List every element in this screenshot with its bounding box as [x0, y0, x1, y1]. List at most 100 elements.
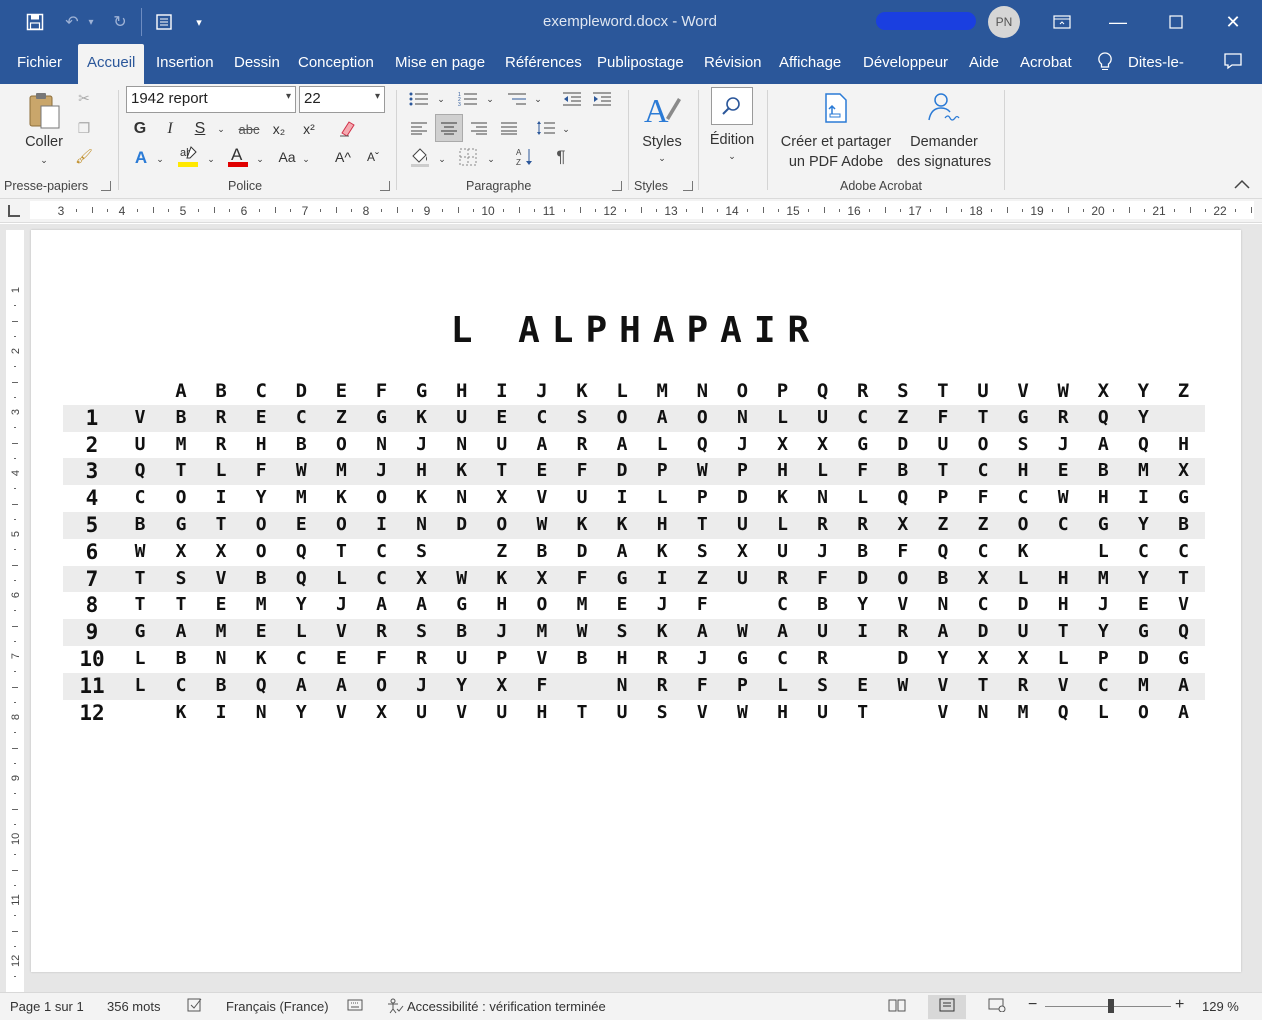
user-name-redacted[interactable]: [876, 12, 976, 30]
chevron-down-icon[interactable]: ⌄: [38, 154, 50, 166]
sort-icon[interactable]: AZ: [512, 144, 538, 170]
tab-dessin[interactable]: Dessin: [234, 44, 280, 84]
shrink-font-button[interactable]: Aˇ: [362, 146, 384, 168]
redo-icon[interactable]: ↻: [108, 10, 132, 34]
chevron-down-icon[interactable]: ⌄: [205, 150, 217, 168]
chevron-down-icon[interactable]: ▾: [375, 91, 380, 102]
maximize-icon[interactable]: [1148, 0, 1204, 44]
chevron-down-icon[interactable]: ⌄: [435, 90, 447, 108]
tab-conception[interactable]: Conception: [298, 44, 374, 84]
align-right-icon[interactable]: [467, 116, 491, 140]
form-icon[interactable]: [152, 10, 176, 34]
chevron-down-icon[interactable]: ▾: [286, 91, 291, 102]
tell-me-search[interactable]: Dites-le-: [1128, 44, 1184, 84]
chevron-down-icon[interactable]: ⌄: [656, 152, 668, 164]
paste-button[interactable]: Coller: [18, 132, 70, 152]
chevron-down-icon[interactable]: ⌄: [560, 120, 572, 138]
tab-insertion[interactable]: Insertion: [156, 44, 214, 84]
multilevel-list-icon[interactable]: [505, 88, 529, 110]
create-pdf-icon[interactable]: [820, 90, 852, 126]
tab-accueil[interactable]: Accueil: [78, 44, 145, 84]
document-page[interactable]: L ALPHAPAIR ABCDEFGHIJKLMNOPQRSTUVWXYZ1V…: [31, 230, 1241, 972]
styles-launcher-icon[interactable]: [683, 181, 693, 191]
font-size-combo[interactable]: 22 ▾: [299, 86, 385, 113]
tab-affichage[interactable]: Affichage: [779, 44, 841, 84]
tab-developpeur[interactable]: Développeur: [863, 44, 948, 84]
align-center-icon[interactable]: [435, 114, 463, 142]
create-pdf-button[interactable]: Créer et partager un PDF Adobe: [774, 132, 898, 172]
save-icon[interactable]: [23, 10, 47, 34]
tab-acrobat[interactable]: Acrobat: [1020, 44, 1072, 84]
decrease-indent-icon[interactable]: [560, 88, 584, 110]
copy-icon[interactable]: ❐: [74, 118, 94, 138]
align-left-icon[interactable]: [407, 116, 431, 140]
chevron-down-icon[interactable]: ⌄: [436, 150, 448, 168]
zoom-in-button[interactable]: +: [1175, 996, 1184, 1014]
change-case-button[interactable]: Aa: [276, 146, 298, 168]
zoom-out-button[interactable]: −: [1028, 996, 1037, 1014]
proofing-icon[interactable]: [186, 998, 204, 1014]
undo-icon[interactable]: ↶: [60, 10, 84, 34]
italic-button[interactable]: I: [160, 118, 180, 140]
bullets-icon[interactable]: [407, 88, 431, 110]
request-signatures-icon[interactable]: [926, 90, 962, 126]
chevron-down-icon[interactable]: ⌄: [215, 120, 227, 138]
chevron-down-icon[interactable]: ⌄: [532, 90, 544, 108]
grow-font-button[interactable]: A^: [332, 146, 354, 168]
line-spacing-icon[interactable]: [534, 116, 558, 140]
ribbon-display-icon[interactable]: [1034, 0, 1090, 44]
minimize-icon[interactable]: —: [1090, 0, 1146, 44]
tab-revision[interactable]: Révision: [704, 44, 762, 84]
paste-icon[interactable]: [24, 88, 64, 132]
tab-selector-icon[interactable]: [8, 205, 20, 217]
customize-icon[interactable]: ▾: [190, 10, 208, 34]
accessibility-status[interactable]: Accessibilité : vérification terminée: [407, 999, 606, 1014]
avatar[interactable]: PN: [988, 6, 1020, 38]
accessibility-icon[interactable]: [386, 998, 404, 1014]
request-signatures-button[interactable]: Demander des signatures: [890, 132, 998, 172]
underline-button[interactable]: S: [190, 118, 210, 140]
superscript-button[interactable]: x²: [298, 118, 320, 140]
zoom-slider-thumb[interactable]: [1108, 999, 1114, 1013]
language[interactable]: Français (France): [226, 999, 329, 1014]
subscript-button[interactable]: x₂: [268, 118, 290, 140]
tab-publipostage[interactable]: Publipostage: [597, 44, 684, 84]
print-layout-icon[interactable]: [938, 998, 956, 1014]
font-launcher-icon[interactable]: [380, 181, 390, 191]
close-icon[interactable]: ✕: [1205, 0, 1261, 44]
chevron-down-icon[interactable]: ⌄: [300, 150, 312, 168]
bold-button[interactable]: G: [130, 118, 150, 140]
font-name-combo[interactable]: 1942 report ▾: [126, 86, 296, 113]
pilcrow-icon[interactable]: ¶: [550, 144, 572, 170]
numbering-icon[interactable]: 123: [456, 88, 480, 110]
lightbulb-icon[interactable]: [1093, 52, 1117, 76]
collapse-ribbon-icon[interactable]: [1232, 176, 1252, 192]
chevron-down-icon[interactable]: ⌄: [485, 150, 497, 168]
zoom-level[interactable]: 129 %: [1202, 999, 1239, 1014]
shading-icon[interactable]: [407, 144, 433, 170]
read-mode-icon[interactable]: [888, 998, 906, 1014]
styles-button[interactable]: Styles: [634, 132, 690, 152]
web-layout-icon[interactable]: [988, 998, 1006, 1014]
styles-icon[interactable]: A: [640, 88, 684, 132]
search-icon[interactable]: [711, 87, 753, 125]
clipboard-launcher-icon[interactable]: [101, 181, 111, 191]
keyboard-icon[interactable]: [346, 998, 364, 1014]
comments-icon[interactable]: [1221, 52, 1245, 76]
undo-dropdown-icon[interactable]: ▾: [84, 10, 98, 34]
tab-aide[interactable]: Aide: [969, 44, 999, 84]
justify-icon[interactable]: [497, 116, 521, 140]
tab-mise-en-page[interactable]: Mise en page: [395, 44, 485, 84]
cut-icon[interactable]: ✂: [74, 88, 94, 108]
format-painter-icon[interactable]: 🖌: [74, 146, 94, 166]
text-effects-icon[interactable]: A: [130, 146, 152, 170]
tab-references[interactable]: Références: [505, 44, 582, 84]
paragraph-launcher-icon[interactable]: [612, 181, 622, 191]
font-color-icon[interactable]: A: [226, 144, 250, 168]
edition-button[interactable]: Édition: [702, 130, 762, 150]
borders-icon[interactable]: [455, 144, 481, 170]
chevron-down-icon[interactable]: ⌄: [726, 150, 738, 162]
word-count[interactable]: 356 mots: [107, 999, 160, 1014]
strikethrough-button[interactable]: abc: [236, 118, 262, 140]
horizontal-ruler[interactable]: 3 4 5 6 7 8 9 10 11 12 13 14 15 16 17 18 19 20 21 22: [0, 199, 1262, 223]
